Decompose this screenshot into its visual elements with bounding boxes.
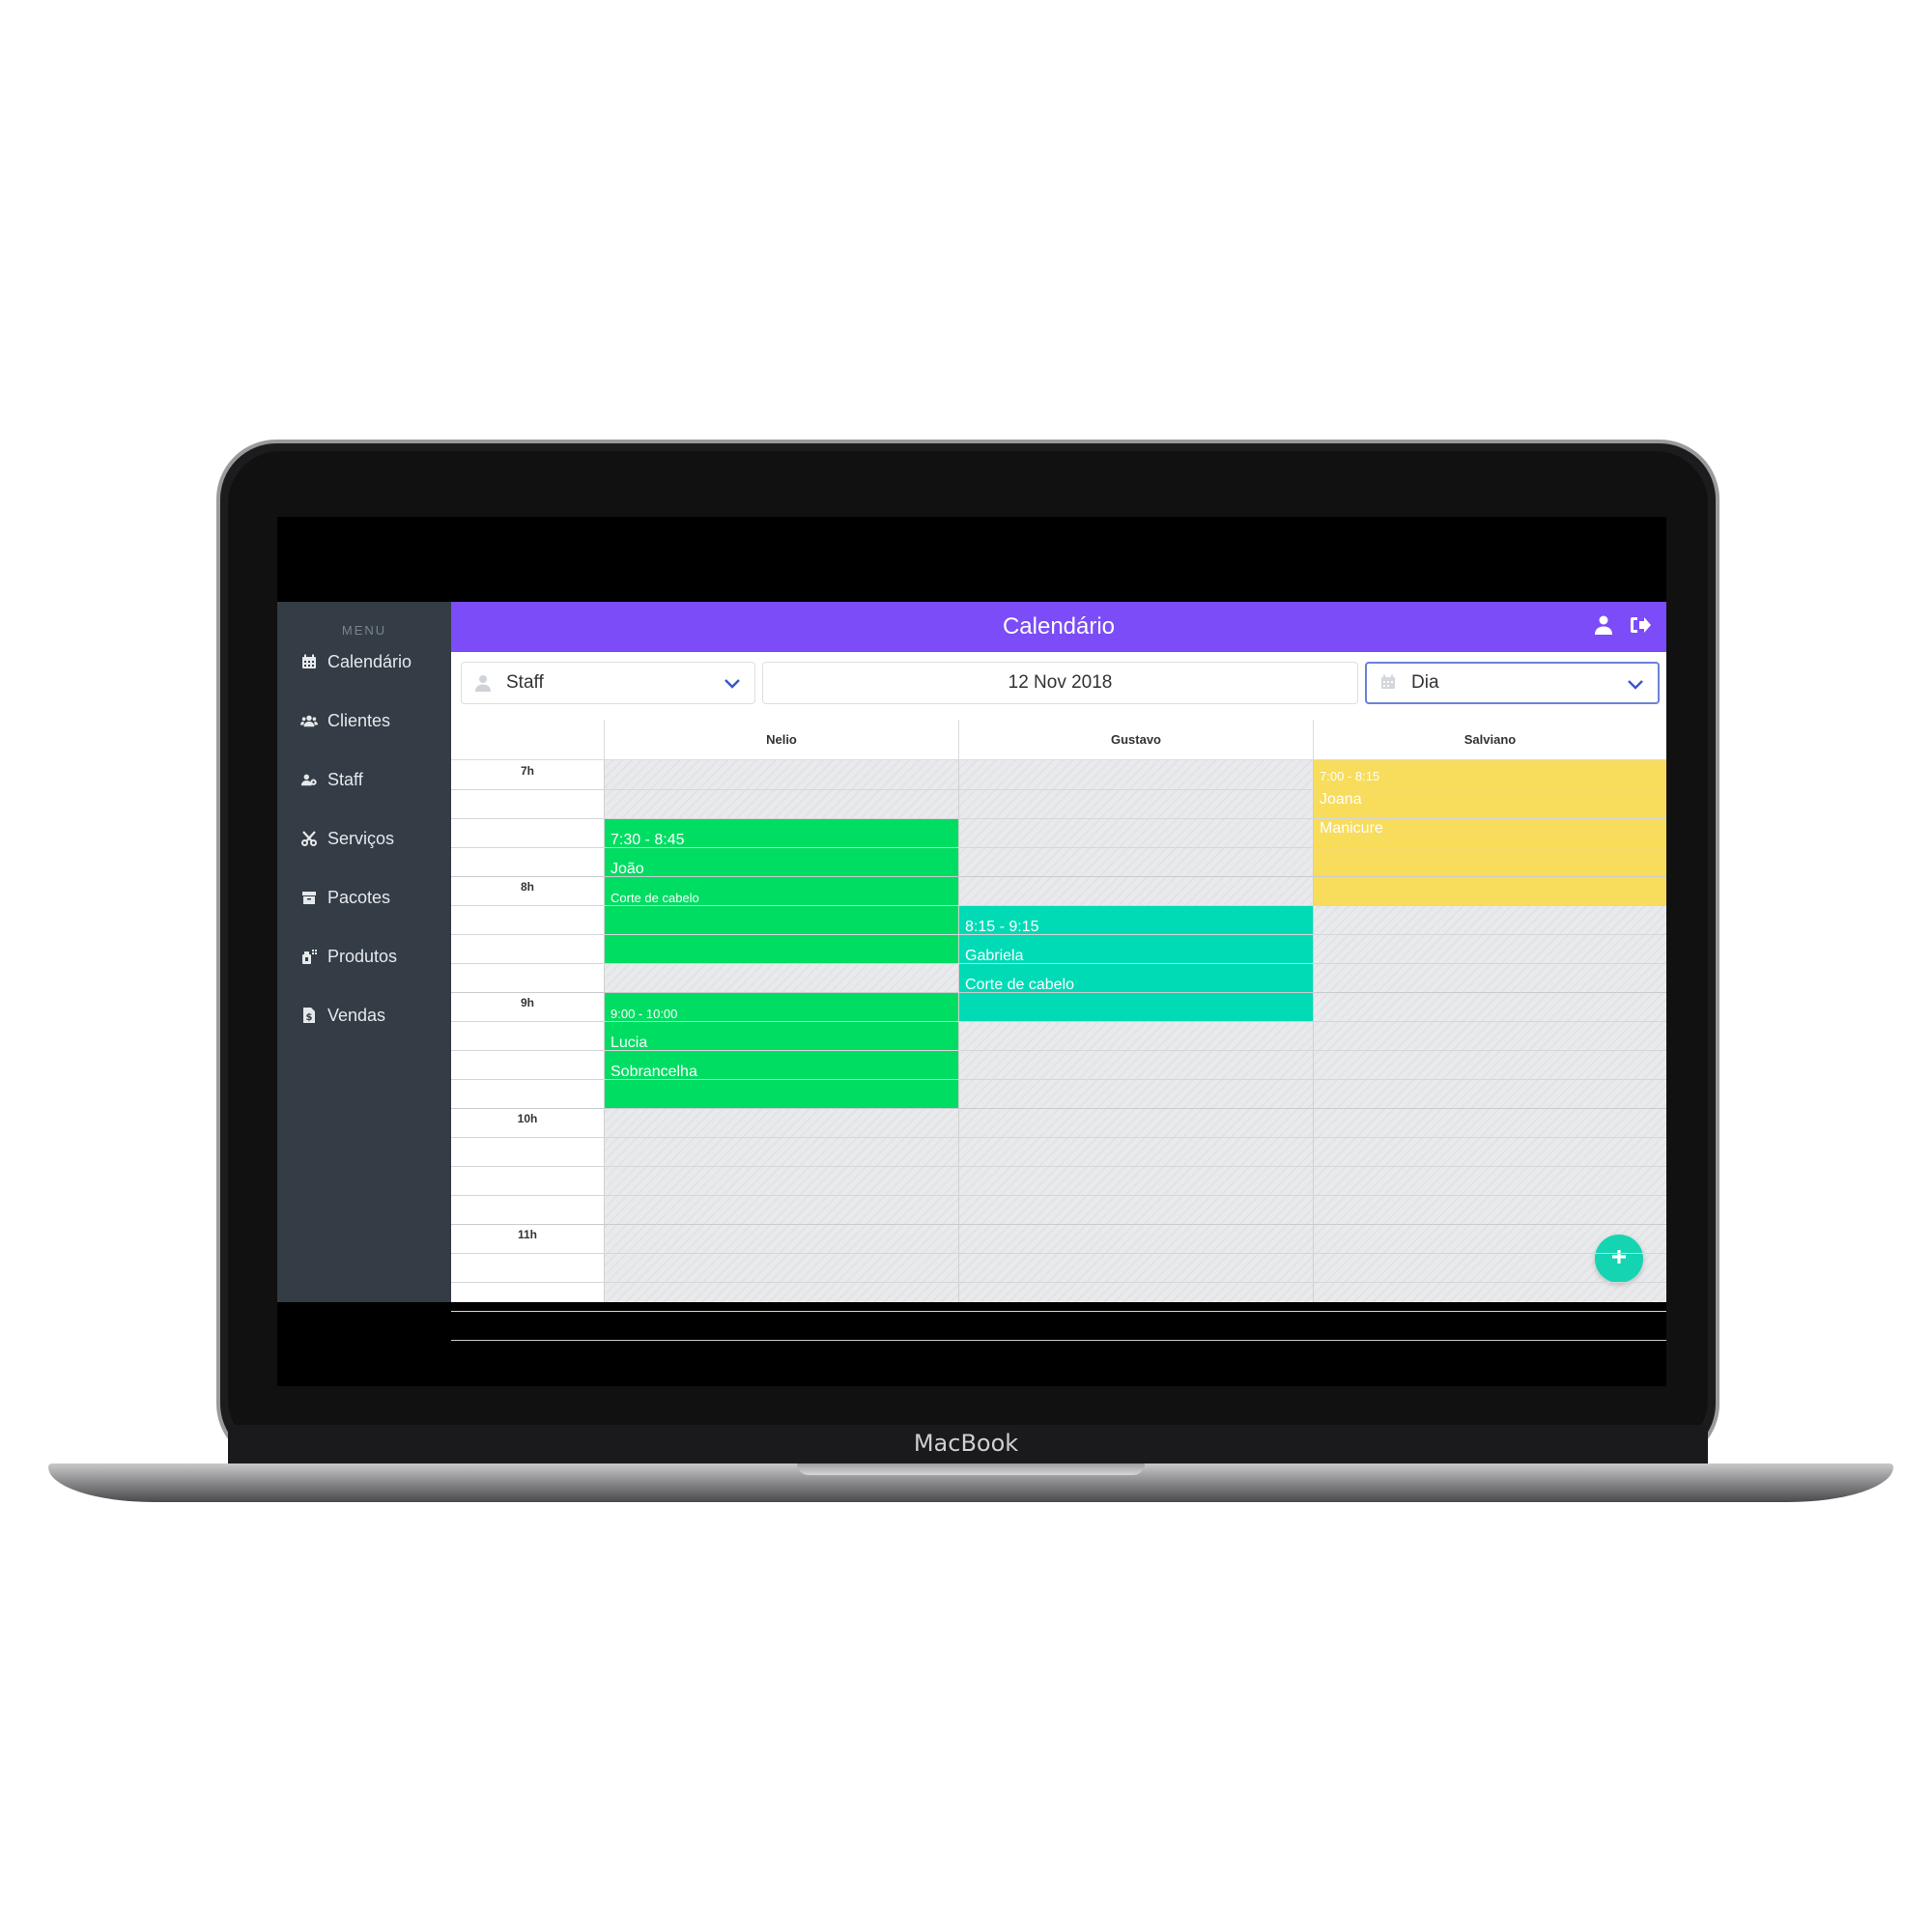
appointment-client: Lucia	[611, 1035, 648, 1051]
time-column: 7h 8h 9h 10h 11h	[451, 760, 605, 1302]
grid-row-line	[451, 1282, 1666, 1283]
staff-select[interactable]: Staff	[461, 662, 755, 704]
date-field[interactable]: 12 Nov 2018	[762, 662, 1358, 704]
hour-label: 7h	[520, 764, 534, 778]
sidebar-item-pacotes[interactable]: Pacotes	[300, 878, 390, 917]
sidebar-item-label: Produtos	[327, 946, 398, 966]
laptop-notch	[797, 1463, 1145, 1475]
toolbar: Staff 12 Nov 2018 Dia	[461, 662, 1660, 706]
users-gear-icon	[300, 771, 318, 788]
view-select[interactable]: Dia	[1365, 662, 1660, 704]
file-dollar-icon: $	[300, 1007, 318, 1024]
hour-label: 11h	[517, 1228, 537, 1241]
column-header-nelio: Nelio	[604, 720, 958, 760]
column-header-gustavo: Gustavo	[958, 720, 1313, 760]
view-select-value: Dia	[1411, 672, 1439, 693]
sidebar-item-label: Vendas	[327, 1005, 386, 1025]
user-icon	[475, 674, 493, 692]
grid-row-line	[451, 1166, 1666, 1167]
sidebar-item-clientes[interactable]: Clientes	[300, 701, 390, 740]
menu-title: MENU	[341, 623, 387, 638]
grid-row-line	[451, 1021, 1666, 1022]
grid-row-line	[451, 1050, 1666, 1051]
appointment-card[interactable]: 7:00 - 8:15 Joana Manicure	[1314, 760, 1666, 905]
sidebar-item-calendario[interactable]: Calendário	[300, 642, 412, 681]
grid-row-line	[451, 934, 1666, 935]
sidebar-item-produtos[interactable]: Produtos	[300, 937, 397, 976]
header-bar: Calendário	[451, 602, 1666, 652]
appointment-service: Corte de cabelo	[611, 891, 699, 905]
grid-row-line	[451, 1224, 1666, 1225]
grid-row-line	[451, 1108, 1666, 1109]
appointment-time: 7:00 - 8:15	[1320, 769, 1380, 783]
sidebar: MENU Calendário Clientes Staff Serviços …	[277, 602, 451, 1302]
appointment-service: Sobrancelha	[611, 1064, 697, 1080]
sidebar-item-label: Serviços	[327, 828, 395, 848]
user-profile-icon[interactable]	[1595, 615, 1612, 639]
grid-row-line	[451, 963, 1666, 964]
grid-row-line	[451, 876, 1666, 877]
appointment-time: 9:00 - 10:00	[611, 1007, 678, 1021]
grid-row-line	[451, 789, 1666, 790]
appointment-client: Gabriela	[965, 948, 1024, 964]
add-appointment-button[interactable]	[1595, 1235, 1643, 1283]
appointment-client: João	[611, 861, 644, 877]
grid-row-line	[451, 1311, 1666, 1312]
box-icon	[300, 889, 318, 906]
grid-row-line	[451, 847, 1666, 848]
hour-label: 9h	[520, 996, 534, 1009]
grid-row-line	[451, 818, 1666, 819]
appointment-time: 7:30 - 8:45	[611, 832, 685, 848]
calendar-icon	[300, 653, 318, 670]
chevron-down-icon	[1627, 675, 1644, 698]
hour-label: 8h	[520, 880, 534, 894]
svg-text:$: $	[306, 1012, 313, 1023]
staff-select-value: Staff	[506, 672, 544, 693]
grid-row-line	[451, 1195, 1666, 1196]
day-column-gustavo[interactable]	[958, 760, 1313, 1302]
screen: MENU Calendário Clientes Staff Serviços …	[277, 517, 1666, 1386]
sidebar-item-staff[interactable]: Staff	[300, 760, 363, 799]
grid-row-line	[451, 1340, 1666, 1341]
hour-label: 10h	[517, 1112, 538, 1125]
grid-row-line	[451, 1253, 1666, 1254]
calendar-grid: Nelio Gustavo Salviano 7h 8h 9h 10h 11h …	[451, 720, 1666, 1341]
scissors-icon	[300, 830, 318, 847]
sidebar-item-servicos[interactable]: Serviços	[300, 819, 394, 858]
logout-icon[interactable]	[1630, 616, 1651, 639]
grid-row-line	[451, 905, 1666, 906]
main-content: Calendário Staff 12 Nov 2018 Dia Nelio G…	[451, 602, 1666, 1341]
time-column-header	[451, 720, 604, 760]
grid-row-line	[451, 1079, 1666, 1080]
page-title: Calendário	[1002, 613, 1116, 639]
sidebar-item-label: Staff	[327, 769, 363, 789]
app: MENU Calendário Clientes Staff Serviços …	[277, 602, 1666, 1341]
appointment-time: 8:15 - 9:15	[965, 919, 1039, 935]
sidebar-item-label: Calendário	[327, 651, 412, 671]
laptop-brand: MacBook	[913, 1430, 1019, 1457]
column-header-salviano: Salviano	[1313, 720, 1666, 760]
grid-row-line	[451, 1137, 1666, 1138]
sidebar-item-label: Clientes	[327, 710, 391, 730]
appointment-card[interactable]: 7:30 - 8:45 João Corte de cabelo	[605, 818, 958, 963]
appointment-service: Corte de cabelo	[965, 977, 1074, 993]
sidebar-item-label: Pacotes	[327, 887, 391, 907]
date-value: 12 Nov 2018	[1008, 672, 1113, 693]
calendar-icon	[1380, 674, 1398, 692]
chevron-down-icon	[724, 674, 741, 697]
sidebar-item-vendas[interactable]: $ Vendas	[300, 996, 385, 1035]
bottle-icon	[300, 948, 318, 965]
plus-icon	[1609, 1247, 1629, 1271]
users-icon	[300, 712, 318, 729]
grid-row-line	[451, 992, 1666, 993]
